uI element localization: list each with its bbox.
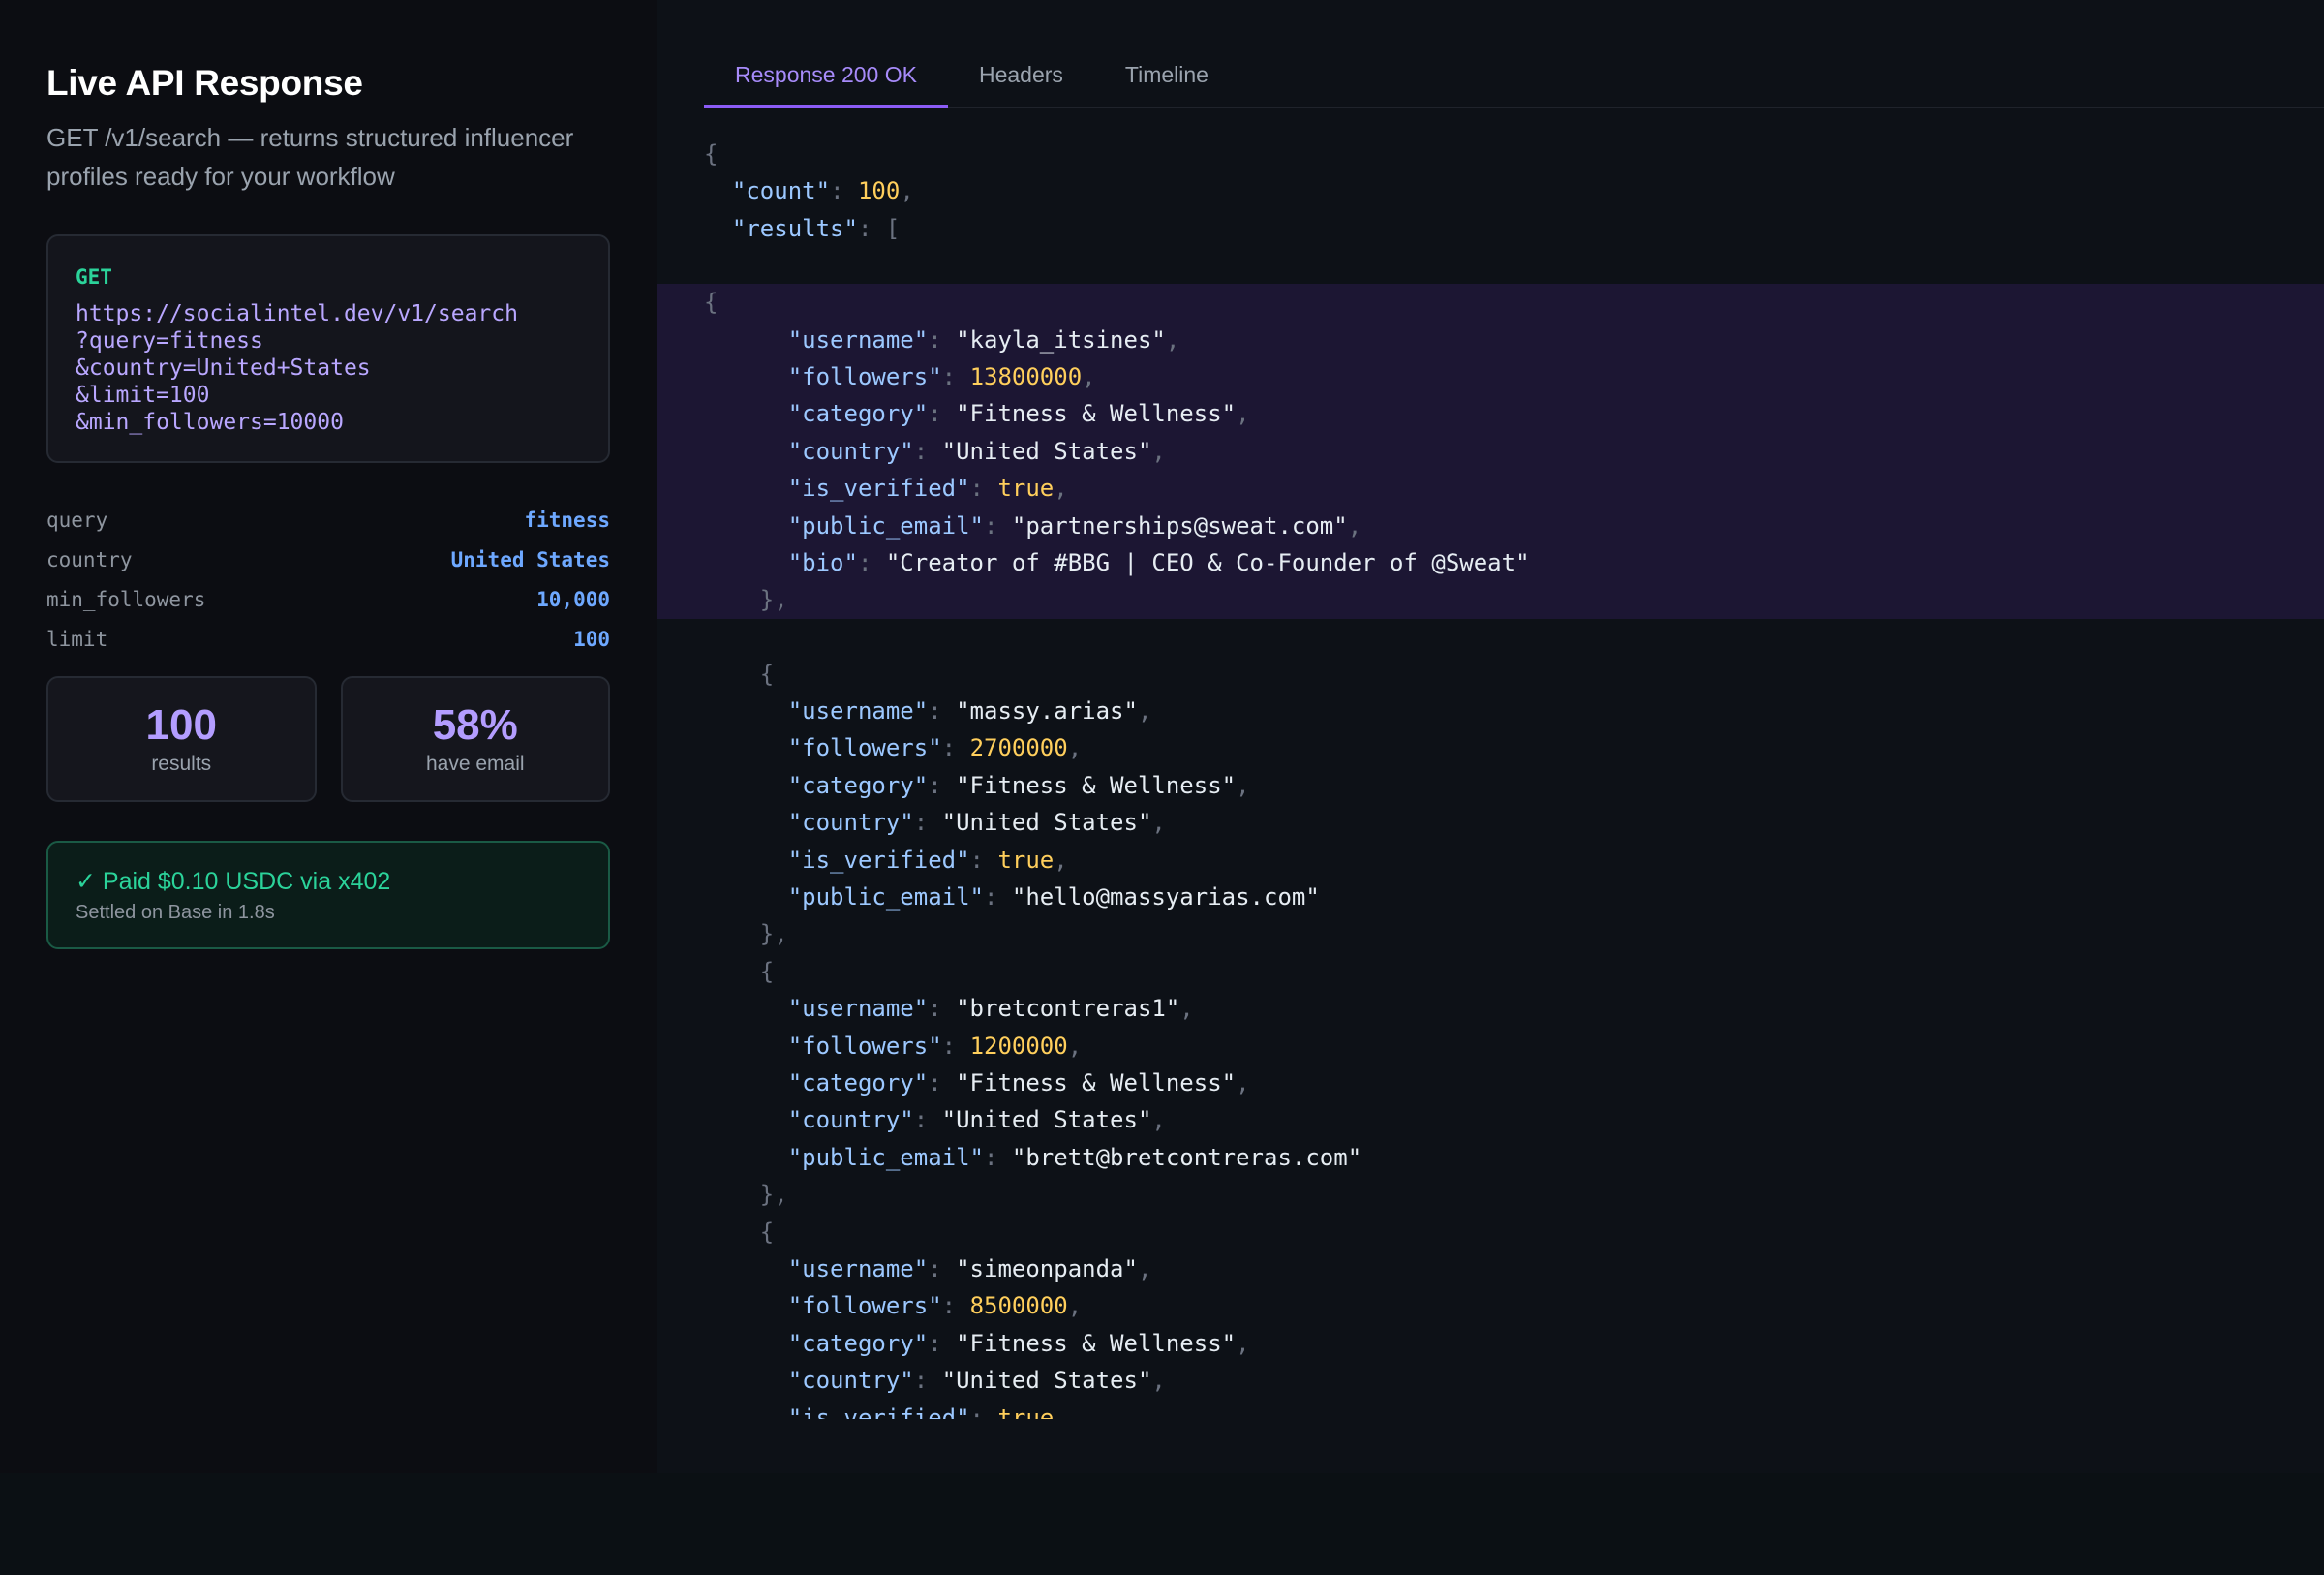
json-line: "category": "Fitness & Wellness", — [657, 395, 2324, 432]
json-line: }, — [657, 581, 2324, 618]
json-line: "followers": 2700000, — [657, 729, 2324, 766]
payment-status: ✓ Paid $0.10 USDC via x402 Settled on Ba… — [46, 841, 610, 949]
param-row: country United States — [46, 540, 610, 579]
request-url[interactable]: https://socialintel.dev/v1/search ?query… — [76, 300, 581, 436]
json-line: { — [657, 284, 2324, 321]
json-line: { — [657, 656, 2324, 693]
stat-value: 58% — [433, 700, 518, 751]
json-line: "country": "United States", — [657, 804, 2324, 841]
json-line: }, — [657, 1176, 2324, 1213]
json-gap — [657, 247, 2324, 284]
json-line: "category": "Fitness & Wellness", — [657, 767, 2324, 804]
json-line: "country": "United States", — [657, 1362, 2324, 1399]
tab-headers[interactable]: Headers — [948, 48, 1094, 108]
json-line: "results": [ — [657, 210, 2324, 247]
param-key: limit — [46, 628, 107, 651]
json-line: { — [657, 953, 2324, 990]
stat-card-results: 100 results — [46, 676, 317, 802]
json-line: { — [657, 1214, 2324, 1251]
json-line: "count": 100, — [657, 172, 2324, 209]
stats-row: 100 results 58% have email — [46, 676, 610, 802]
page-subtitle: GET /v1/search — returns structured infl… — [46, 118, 610, 196]
param-value: fitness — [524, 509, 610, 532]
json-line: "public_email": "partnerships@sweat.com"… — [657, 508, 2324, 544]
json-line: "category": "Fitness & Wellness", — [657, 1065, 2324, 1101]
param-row: min_followers 10,000 — [46, 579, 610, 619]
param-value: United States — [451, 548, 610, 571]
json-line: "category": "Fitness & Wellness", — [657, 1325, 2324, 1362]
tab-bar: Response 200 OK Headers Timeline — [704, 48, 2324, 108]
json-line: "followers": 13800000, — [657, 358, 2324, 395]
json-line: "is_verified": true, — [657, 842, 2324, 879]
json-line: "followers": 8500000, — [657, 1287, 2324, 1324]
json-line: "public_email": "brett@bretcontreras.com… — [657, 1139, 2324, 1176]
param-key: country — [46, 548, 133, 571]
subtitle-line-2: profiles ready for your workflow — [46, 162, 395, 191]
json-line: "is_verified": true, — [657, 470, 2324, 507]
tab-response[interactable]: Response 200 OK — [704, 48, 948, 108]
json-line: "username": "massy.arias", — [657, 693, 2324, 729]
param-value: 10,000 — [536, 588, 610, 611]
json-line: "followers": 1200000, — [657, 1028, 2324, 1065]
subtitle-line-1: GET /v1/search — returns structured infl… — [46, 123, 573, 152]
tab-timeline[interactable]: Timeline — [1094, 48, 1239, 108]
page-title: Live API Response — [46, 60, 610, 107]
response-panel: Response 200 OK Headers Timeline { "coun… — [657, 0, 2324, 1473]
json-line: "username": "kayla_itsines", — [657, 322, 2324, 358]
json-line: "username": "bretcontreras1", — [657, 990, 2324, 1027]
stat-card-email: 58% have email — [341, 676, 611, 802]
param-key: query — [46, 509, 107, 532]
sidebar: Live API Response GET /v1/search — retur… — [0, 0, 657, 1473]
request-url-line: ?query=fitness — [76, 328, 263, 354]
param-value: 100 — [573, 628, 610, 651]
json-line: "country": "United States", — [657, 433, 2324, 470]
stat-value: 100 — [146, 700, 217, 751]
json-line: "bio": "Creator of #BBG | CEO & Co-Found… — [657, 544, 2324, 581]
stat-label: have email — [426, 751, 525, 778]
payment-sub: Settled on Base in 1.8s — [76, 899, 581, 926]
param-key: min_followers — [46, 588, 205, 611]
json-viewer[interactable]: { "count": 100, "results": [ { "username"… — [657, 136, 2324, 1419]
params-list: query fitness country United States min_… — [46, 500, 610, 659]
json-line: }, — [657, 915, 2324, 952]
app-window: Live API Response GET /v1/search — retur… — [0, 0, 2324, 1473]
stat-label: results — [151, 751, 211, 778]
json-gap — [657, 619, 2324, 656]
json-line: "is_verified": true — [657, 1400, 2324, 1420]
param-row: limit 100 — [46, 619, 610, 659]
json-line: { — [657, 136, 2324, 172]
json-line: "username": "simeonpanda", — [657, 1251, 2324, 1287]
payment-main: ✓ Paid $0.10 USDC via x402 — [76, 866, 581, 897]
request-url-line: https://socialintel.dev/v1/search — [76, 301, 518, 326]
request-box[interactable]: GET https://socialintel.dev/v1/search ?q… — [46, 234, 610, 463]
request-url-line: &country=United+States — [76, 355, 371, 381]
json-line: "public_email": "hello@massyarias.com" — [657, 879, 2324, 915]
param-row: query fitness — [46, 500, 610, 540]
json-line: "country": "United States", — [657, 1101, 2324, 1138]
request-method: GET — [76, 263, 581, 291]
request-url-line: &limit=100 — [76, 383, 209, 408]
request-url-line: &min_followers=10000 — [76, 410, 344, 435]
